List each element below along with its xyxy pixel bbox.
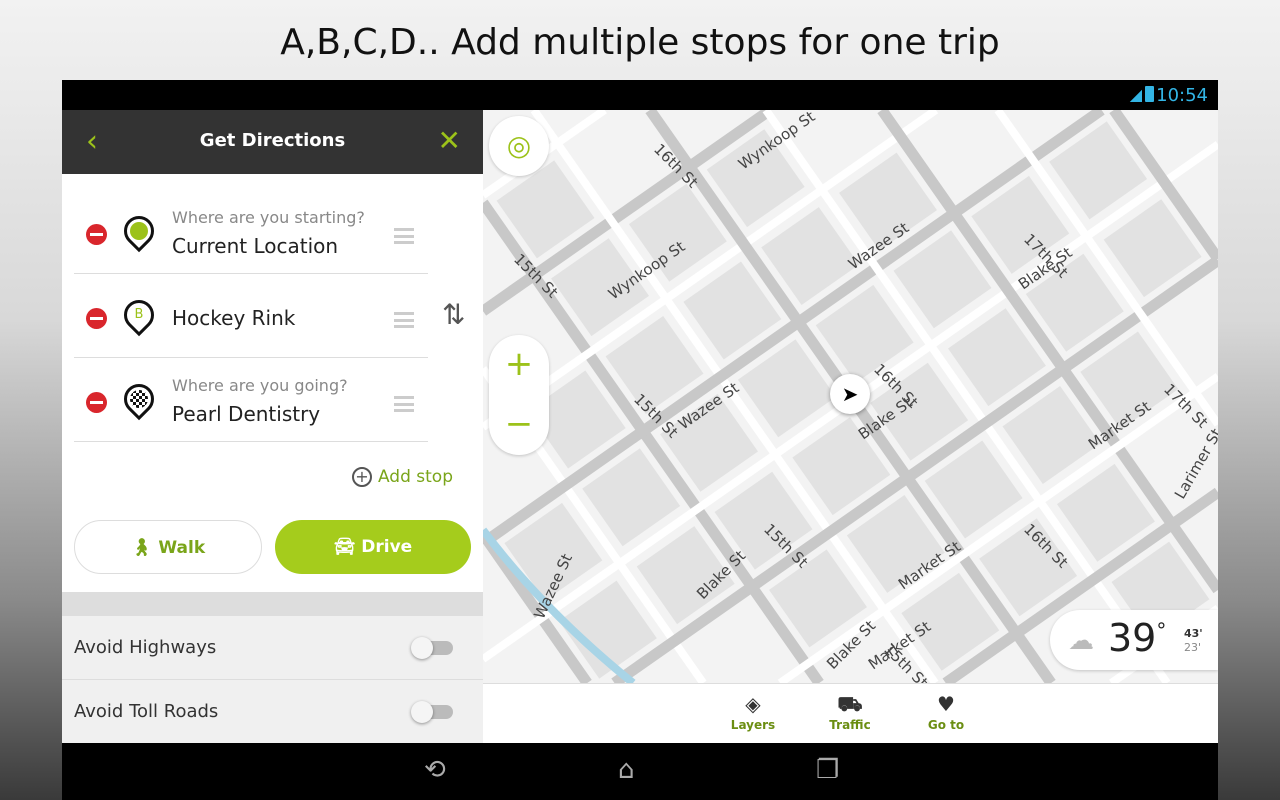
stop-value[interactable]: Pearl Dentistry [172,402,320,426]
plus-pin-icon: + [351,467,372,487]
checkered-flag-pin-icon [117,377,161,421]
current-location-pin-icon [117,209,161,253]
battery-icon [1145,86,1154,102]
traffic-icon: ⛟ [837,692,863,716]
go-to-button[interactable]: ♥ Go to [911,692,981,732]
stop-value[interactable]: Current Location [172,234,338,258]
letter-pin-icon: B [117,293,161,337]
drag-handle-icon[interactable] [394,396,414,412]
temp-low: 23' [1184,641,1202,654]
locate-me-button[interactable]: ◎ [489,116,549,176]
drag-handle-icon[interactable] [394,228,414,244]
swap-arrows-icon[interactable]: ⇅ [442,298,465,331]
weather-widget[interactable]: ☁ 39° 43' 23' [1050,610,1218,670]
temp-high: 43' [1184,627,1203,640]
zoom-controls: + − [489,335,549,455]
remove-stop-icon[interactable] [86,224,107,245]
recents-icon[interactable]: ❐ [816,755,839,785]
android-nav-bar: ⟲ ⌂ ❐ [62,743,1218,800]
panel-header: ‹ Get Directions ✕ [62,110,483,174]
cloud-icon: ☁ [1068,626,1094,656]
remove-stop-icon[interactable] [86,308,107,329]
drive-button[interactable]: 🚘︎ Drive [275,520,471,574]
traffic-button[interactable]: ⛟ Traffic [815,692,885,732]
panel-title: Get Directions [199,130,346,151]
walk-icon: 🚶︎ [130,538,159,558]
avoid-highways-toggle[interactable] [411,637,453,659]
street-label: Larimer St [1171,425,1218,502]
home-icon[interactable]: ⌂ [618,755,635,785]
map-view[interactable]: Wynkoop St Wynkoop St 15th St 15th St 15th S… [483,110,1218,683]
close-icon[interactable]: ✕ [438,124,461,157]
drag-handle-icon[interactable] [394,312,414,328]
car-icon: 🚘︎ [333,537,362,557]
stop-placeholder: Where are you starting? [172,208,365,227]
heart-pin-icon: ♥ [937,692,955,716]
crosshair-icon: ◎ [506,129,532,162]
stop-row-b[interactable]: B Hockey Rink [74,274,428,358]
layers-icon: ◈ [745,692,761,716]
zoom-in-button[interactable]: + [489,335,549,395]
add-stop-button[interactable]: + Add stop [351,467,453,487]
back-icon[interactable]: ⟲ [424,755,446,785]
device-screen: ◢ 10:54 ‹ Get Directions ✕ Where are you… [62,80,1218,800]
walk-button[interactable]: 🚶︎ Walk [74,520,262,574]
layers-button[interactable]: ◈ Layers [718,692,788,732]
stop-row-destination[interactable]: Where are you going? Pearl Dentistry [74,358,428,442]
wifi-icon: ◢ [1129,85,1142,104]
stop-value[interactable]: Hockey Rink [172,306,295,330]
stop-placeholder: Where are you going? [172,376,348,395]
map-bottom-bar: ◈ Layers ⛟ Traffic ♥ Go to [483,683,1218,743]
directions-panel: ‹ Get Directions ✕ Where are you startin… [62,110,483,744]
status-bar: ◢ 10:54 [62,80,1218,110]
remove-stop-icon[interactable] [86,392,107,413]
stop-row-start[interactable]: Where are you starting? Current Location [74,190,428,274]
option-avoid-highways: Avoid Highways [62,616,483,680]
divider [62,592,483,616]
clock: 10:54 [1156,85,1208,106]
vehicle-position-icon: ➤ [830,374,870,414]
avoid-toll-roads-toggle[interactable] [411,701,453,723]
option-avoid-toll-roads: Avoid Toll Roads [62,680,483,744]
headline: A,B,C,D.. Add multiple stops for one tri… [280,22,1000,63]
temperature: 39° [1108,616,1167,660]
zoom-out-button[interactable]: − [489,395,549,455]
